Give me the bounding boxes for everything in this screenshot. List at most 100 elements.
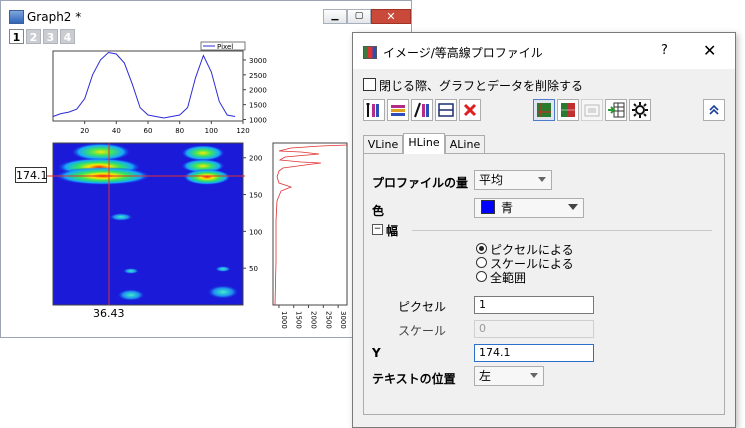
top-x-tick-label: 60 xyxy=(144,127,153,135)
y-label: Y xyxy=(372,346,381,360)
top-y-tick-label: 2000 xyxy=(249,87,267,95)
top-y-tick-label: 3000 xyxy=(249,57,267,65)
top-x-tick-label: 20 xyxy=(80,127,89,135)
pixel-input[interactable]: 1 xyxy=(474,296,594,314)
top-x-tick-label: 100 xyxy=(205,127,218,135)
chevron-down-icon xyxy=(568,204,578,210)
image-y-tick-labels: 200 150 100 50 xyxy=(243,155,262,273)
minimize-icon: ▁ xyxy=(331,11,339,21)
image-y-tick-label: 200 xyxy=(249,155,262,163)
delete-button[interactable] xyxy=(459,99,481,121)
profile-amount-label: プロファイルの量 xyxy=(372,176,469,190)
help-button[interactable]: ? xyxy=(661,43,668,58)
radio-full-range-label[interactable]: 全範囲 xyxy=(490,269,526,286)
image-snapshot-icon xyxy=(584,104,600,117)
profile-amount-value: 平均 xyxy=(479,173,504,187)
text-position-label: テキストの位置 xyxy=(372,372,456,386)
settings-button[interactable] xyxy=(629,99,651,121)
delete-on-close-checkbox[interactable] xyxy=(363,78,376,91)
color-label: 色 xyxy=(372,204,385,218)
scale-input[interactable]: 0 xyxy=(474,320,594,338)
add-vertical-line-button[interactable] xyxy=(363,99,385,121)
text-position-value: 左 xyxy=(479,369,492,383)
image-profile-icon xyxy=(537,103,551,117)
graph-title-bar[interactable]: Graph2 * ▁ ▢ ✕ xyxy=(1,1,411,31)
dialog-title-bar[interactable]: イメージ/等高線プロファイル ? ✕ xyxy=(353,33,735,69)
color-select[interactable]: 青 xyxy=(474,198,584,218)
dialog-close-button[interactable]: ✕ xyxy=(703,41,716,60)
top-y-tick-label: 1000 xyxy=(249,117,267,125)
remove-line-button[interactable] xyxy=(435,99,457,121)
collapse-width-section-icon[interactable]: − xyxy=(372,224,383,235)
graph-app-icon xyxy=(9,10,24,24)
text-position-select[interactable]: 左 xyxy=(474,366,544,386)
right-x-tick-labels: 1000 1500 2000 2500 3000 xyxy=(278,305,347,329)
right-x-tick-label: 2500 xyxy=(324,311,332,329)
profile-dialog[interactable]: イメージ/等高線プロファイル ? ✕ 閉じる際、グラフとデータを削除する VLi… xyxy=(352,32,736,428)
collapse-icon xyxy=(709,104,719,115)
scale-label: スケール xyxy=(398,324,447,338)
pixel-label: ピクセル xyxy=(398,300,447,314)
chevron-down-icon xyxy=(538,177,546,182)
top-x-tick-label: 80 xyxy=(175,127,184,135)
y-input[interactable]: 174.1 xyxy=(474,344,594,362)
image-y-tick-label: 150 xyxy=(249,192,262,200)
settings-icon xyxy=(632,102,648,118)
profile-toolbar xyxy=(363,99,729,125)
right-profile-frame xyxy=(272,142,348,306)
graph-title: Graph2 * xyxy=(27,10,82,24)
image-snapshot-button[interactable] xyxy=(581,99,603,121)
top-x-tick-labels: 20 40 60 80 100 120 xyxy=(80,121,250,135)
radio-full-range[interactable] xyxy=(476,271,487,282)
top-profile-frame xyxy=(52,50,244,122)
width-section-label: 幅 xyxy=(386,224,399,238)
radio-by-scale[interactable] xyxy=(476,257,487,268)
right-x-tick-label: 1000 xyxy=(280,311,288,329)
cursor-y-value[interactable]: 174.1 xyxy=(15,167,48,183)
tab-hline[interactable]: HLine xyxy=(403,133,445,154)
radio-by-pixel[interactable] xyxy=(476,243,487,254)
legend-text: Pixel xyxy=(217,43,233,51)
graph-window[interactable]: Graph2 * ▁ ▢ ✕ 1 2 3 4 20 40 60 80 100 120 10… xyxy=(0,0,412,338)
export-data-button[interactable] xyxy=(605,99,627,121)
top-x-tick-label: 40 xyxy=(112,127,121,135)
remove-line-icon xyxy=(438,103,454,117)
top-y-tick-labels: 1000 1500 2000 2500 3000 xyxy=(243,57,267,125)
section-divider xyxy=(412,230,712,231)
color-value: 青 xyxy=(501,201,514,215)
right-x-tick-label: 2000 xyxy=(310,311,318,329)
top-x-tick-label: 120 xyxy=(236,127,249,135)
add-arbitrary-line-icon xyxy=(414,102,429,118)
delete-on-close-label[interactable]: 閉じる際、グラフとデータを削除する xyxy=(379,77,583,94)
right-x-tick-label: 3000 xyxy=(339,311,347,329)
image-y-tick-label: 100 xyxy=(249,228,262,236)
dialog-title: イメージ/等高線プロファイル xyxy=(383,46,543,60)
collapse-button[interactable] xyxy=(703,99,725,121)
graph-canvas[interactable]: 20 40 60 80 100 120 1000 1500 2000 2500 3000 Pixe… xyxy=(1,31,411,337)
add-horizontal-line-button[interactable] xyxy=(387,99,409,121)
export-data-icon xyxy=(608,102,625,118)
delete-icon xyxy=(463,103,477,117)
close-icon: ✕ xyxy=(386,10,396,23)
cursor-x-value: 36.43 xyxy=(93,307,125,320)
add-horizontal-line-icon xyxy=(391,105,405,116)
color-map-button[interactable] xyxy=(557,99,579,121)
tab-aline[interactable]: ALine xyxy=(445,135,485,153)
add-arbitrary-line-button[interactable] xyxy=(411,99,433,121)
maximize-icon: ▢ xyxy=(354,11,364,21)
profile-amount-select[interactable]: 平均 xyxy=(474,170,552,190)
dialog-app-icon xyxy=(363,46,377,59)
hline-settings-panel: プロファイルの量 平均 色 青 − 幅 ピクセルによる スケールによる 全範囲 … xyxy=(363,153,725,415)
image-y-tick-label: 50 xyxy=(249,265,258,273)
close-button[interactable]: ✕ xyxy=(371,9,411,24)
color-swatch xyxy=(481,200,495,214)
tab-vline[interactable]: VLine xyxy=(363,135,403,153)
right-x-tick-label: 1500 xyxy=(295,311,303,329)
image-profile-button[interactable] xyxy=(533,99,555,121)
maximize-button[interactable]: ▢ xyxy=(347,9,371,24)
chevron-down-icon xyxy=(530,373,538,378)
minimize-button[interactable]: ▁ xyxy=(323,9,347,24)
color-map-icon xyxy=(561,103,575,117)
top-y-tick-label: 2500 xyxy=(249,72,267,80)
add-vertical-line-icon xyxy=(366,103,379,117)
